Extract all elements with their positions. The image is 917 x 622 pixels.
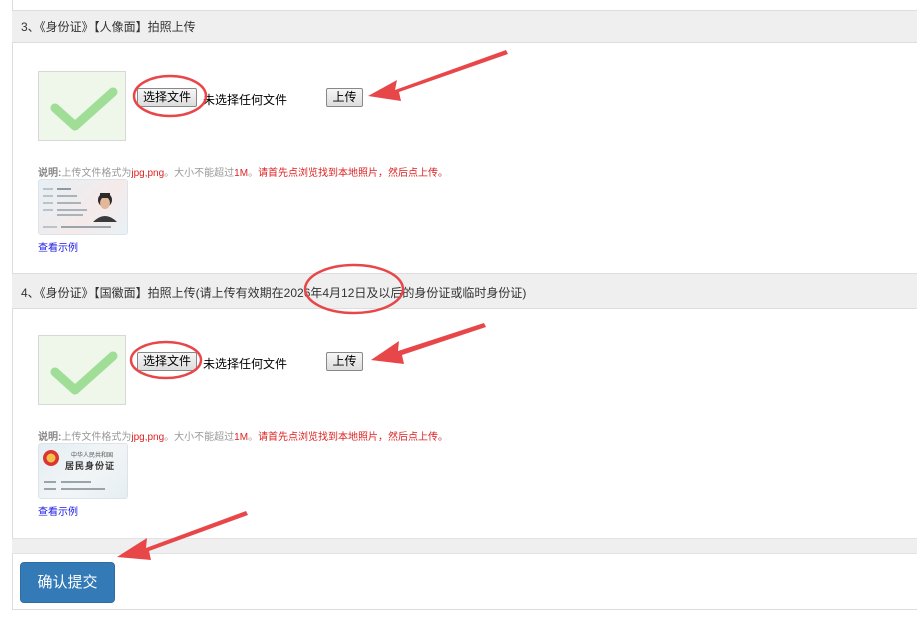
note-size: 1M	[234, 168, 249, 179]
footer-divider	[12, 538, 917, 554]
upload-button-portrait[interactable]: 上传	[326, 88, 363, 107]
no-file-text-emblem: 未选择任何文件	[203, 357, 288, 371]
annotation-arrow-upload-emblem	[371, 323, 486, 364]
note-label: 说明:	[38, 432, 62, 443]
note-warning: 请首先点浏览找到本地照片，然后点上传。	[258, 168, 449, 179]
confirm-submit-button[interactable]: 确认提交	[20, 562, 115, 603]
section-header-portrait: 3、《身份证》【人像面】拍照上传	[12, 10, 917, 43]
note-text: 。	[248, 432, 259, 443]
view-sample-link-emblem[interactable]: 查看示例	[38, 503, 78, 518]
upload-button-emblem[interactable]: 上传	[326, 352, 363, 371]
section-header-emblem: 4、《身份证》【国徽面】拍照上传(请上传有效期在2026年4月12日及以后的身份…	[12, 273, 917, 309]
note-size: 1M	[234, 432, 249, 443]
note-text: 。大小不能超过	[164, 432, 235, 443]
upload-preview-emblem	[38, 335, 126, 405]
note-formats: jpg,png	[131, 168, 165, 179]
checkmark-icon	[50, 87, 118, 131]
view-sample-link-portrait[interactable]: 查看示例	[38, 239, 78, 254]
note-text: 上传文件格式为	[61, 168, 132, 179]
note-formats: jpg,png	[131, 432, 165, 443]
section-title-emblem: 4、《身份证》【国徽面】拍照上传(请上传有效期在2026年4月12日及以后的身份…	[21, 286, 527, 300]
checkmark-icon	[50, 351, 118, 395]
sample-id-emblem-image[interactable]: 中华人民共和国 居民身份证	[38, 443, 128, 499]
upload-note-portrait: 说明:上传文件格式为jpg,png。大小不能超过1M。请首先点浏览找到本地照片，…	[38, 164, 448, 179]
sample-card-line2: 居民身份证	[65, 461, 116, 471]
panel-bottom-border	[12, 609, 917, 610]
annotation-circles	[129, 74, 405, 380]
note-label: 说明:	[38, 168, 62, 179]
sample-id-portrait-image[interactable]	[38, 179, 128, 235]
annotation-arrow-upload-portrait	[368, 50, 508, 101]
choose-file-button-emblem[interactable]: 选择文件	[137, 352, 197, 371]
no-file-text-portrait: 未选择任何文件	[203, 93, 288, 107]
note-text: 。	[248, 168, 259, 179]
upload-preview-portrait	[38, 71, 126, 141]
sample-card-line1: 中华人民共和国	[71, 453, 114, 459]
note-text: 上传文件格式为	[61, 432, 132, 443]
note-warning: 请首先点浏览找到本地照片，然后点上传。	[258, 432, 449, 443]
section-title-portrait: 3、《身份证》【人像面】拍照上传	[21, 20, 196, 34]
choose-file-button-portrait[interactable]: 选择文件	[137, 88, 197, 107]
note-text: 。大小不能超过	[164, 168, 235, 179]
id-card-portrait-illustration	[43, 188, 117, 228]
upload-note-emblem: 说明:上传文件格式为jpg,png。大小不能超过1M。请首先点浏览找到本地照片，…	[38, 428, 448, 443]
